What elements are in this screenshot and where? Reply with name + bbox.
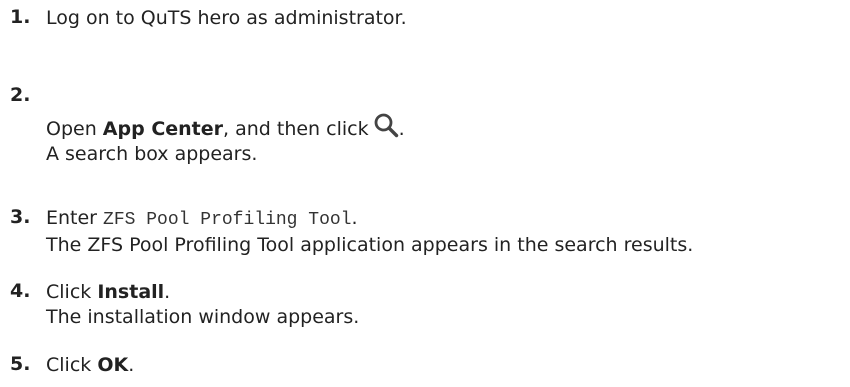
instruction-text: , and then click — [223, 118, 369, 140]
step-result: The ZFS Pool Profiling Tool application … — [46, 234, 694, 256]
instruction-text: . — [351, 207, 358, 229]
install-label: Install — [97, 281, 165, 303]
app-center-label: App Center — [102, 118, 224, 140]
step-instruction: Enter ZFS Pool Profiling Tool. — [46, 206, 693, 233]
step-result: The installation window appears. — [46, 306, 360, 328]
instruction-text: . — [398, 118, 405, 140]
step-instruction: Open App Center, and then click . — [46, 112, 405, 142]
instruction-text: Click — [46, 354, 98, 376]
step-number: 2. — [10, 84, 31, 106]
instruction-text: . — [128, 354, 135, 376]
step-number: 1. — [10, 6, 31, 28]
step-number: 4. — [10, 280, 31, 302]
step-instruction: Log on to QuTS hero as administrator. — [46, 7, 407, 29]
step-number: 3. — [10, 206, 31, 228]
ok-label: OK — [97, 354, 129, 376]
step-result: A search box appears. — [46, 143, 258, 165]
step-body: Open App Center, and then click . A sear… — [46, 112, 405, 167]
step-number: 5. — [10, 353, 31, 375]
step-body: Enter ZFS Pool Profiling Tool. The ZFS P… — [46, 206, 693, 258]
search-term-code: ZFS Pool Profiling Tool — [103, 210, 352, 230]
step-instruction: Click OK. — [46, 353, 134, 378]
instruction-text: Enter — [46, 207, 104, 229]
search-icon — [374, 113, 398, 138]
step-body: Click OK. — [46, 353, 134, 378]
instruction-text: Open — [46, 118, 103, 140]
instruction-text: . — [164, 281, 171, 303]
instruction-text: Click — [46, 281, 98, 303]
step-instruction: Click Install. — [46, 280, 359, 305]
step-body: Log on to QuTS hero as administrator. — [46, 6, 407, 31]
step-body: Click Install. The installation window a… — [46, 280, 359, 330]
